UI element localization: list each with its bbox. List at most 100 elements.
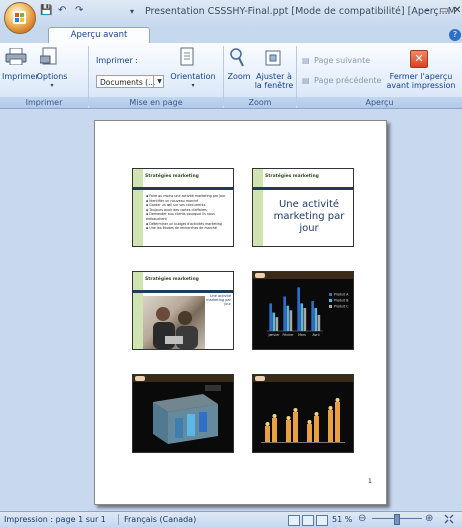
people-photo-icon bbox=[153, 307, 198, 349]
next-page-button[interactable]: Page suivante bbox=[314, 56, 370, 65]
redo-icon[interactable]: ↷ bbox=[75, 5, 83, 16]
slide-header bbox=[253, 375, 353, 382]
printer-icon bbox=[5, 48, 27, 65]
slideshow-view-icon[interactable] bbox=[316, 515, 328, 526]
restore-button[interactable]: ▭ bbox=[439, 5, 448, 16]
slide-accent bbox=[253, 169, 263, 246]
x-tick-label: Mars bbox=[298, 333, 306, 337]
bar bbox=[311, 301, 314, 331]
group-label-imprimer: Imprimer bbox=[0, 97, 88, 108]
status-page-info: Impression : page 1 sur 1 bbox=[4, 515, 106, 524]
slide-thumbnail-3: Stratégies marketing Une activité market… bbox=[132, 271, 234, 350]
slide-header bbox=[133, 375, 233, 382]
undo-icon[interactable]: ↶ bbox=[58, 5, 66, 16]
bullet-item: Demander aux clients pourquoi ils nous e… bbox=[146, 212, 230, 221]
office-button[interactable] bbox=[4, 2, 36, 34]
bullet-item: Une les études de recherches de marché bbox=[146, 226, 230, 231]
fit-window-icon bbox=[265, 50, 281, 66]
print-button[interactable]: Imprimer bbox=[2, 72, 39, 81]
window-title: Presentation CSSSHY-Final.ppt [Mode de c… bbox=[145, 6, 456, 17]
slide-title: Stratégies marketing bbox=[145, 277, 199, 282]
next-page-icon: ▤ bbox=[302, 56, 310, 65]
slide-sorter-view-icon[interactable] bbox=[302, 515, 314, 526]
slide-title: Stratégies marketing bbox=[265, 174, 319, 179]
bar-chart: Janvier Février Mars Avril Produit A Produit … bbox=[267, 287, 349, 337]
orientation-icon bbox=[180, 47, 194, 66]
x-tick-label: Janvier bbox=[268, 333, 281, 337]
previous-page-icon: ▤ bbox=[302, 76, 310, 85]
close-preview-label-line1: Fermer l'aperçu bbox=[389, 72, 453, 81]
slide-title-bar bbox=[133, 290, 233, 293]
options-dropdown-arrow[interactable]: ▾ bbox=[34, 81, 70, 90]
legend-swatch bbox=[329, 299, 332, 302]
group-label-mise-en-page: Mise en page bbox=[89, 97, 223, 108]
page-number: 1 bbox=[368, 478, 372, 485]
tab-apercu-avant-impression[interactable]: Aperçu avant impression bbox=[48, 27, 150, 55]
legend-swatch bbox=[329, 293, 332, 296]
zoom-icon bbox=[230, 48, 244, 67]
fit-window-label-line2: la fenêtre bbox=[254, 81, 294, 90]
slide-logo-icon bbox=[255, 273, 265, 278]
slide-big-text: Une activité marketing par jour bbox=[273, 199, 345, 234]
bar bbox=[300, 303, 304, 331]
office-logo-icon bbox=[13, 11, 26, 24]
save-icon[interactable]: 💾 bbox=[40, 5, 52, 16]
zoom-level[interactable]: 51 % bbox=[332, 512, 352, 527]
bar bbox=[317, 314, 321, 331]
group-label-zoom: Zoom bbox=[224, 97, 296, 108]
chevron-down-icon[interactable]: ▼ bbox=[153, 75, 165, 88]
x-tick-label: Avril bbox=[313, 333, 320, 337]
group-label-apercu: Aperçu bbox=[297, 97, 462, 108]
help-icon[interactable]: ? bbox=[449, 29, 461, 41]
pictograph-chart-icon bbox=[261, 398, 345, 443]
bar bbox=[289, 310, 293, 331]
slide-photo bbox=[143, 296, 205, 349]
slide-thumbnail-4: Janvier Février Mars Avril Produit A Produit … bbox=[252, 271, 354, 350]
bar bbox=[272, 312, 276, 331]
zoom-slider-thumb[interactable] bbox=[394, 514, 400, 525]
legend-label: Produit C bbox=[334, 305, 349, 309]
slide-thumbnail-5 bbox=[132, 374, 234, 453]
previous-page-button[interactable]: Page précédente bbox=[314, 76, 381, 85]
legend-swatch bbox=[329, 305, 332, 308]
3d-chart-icon bbox=[153, 385, 221, 444]
fit-window-button[interactable]: Ajuster à la fenêtre bbox=[254, 72, 294, 90]
bar bbox=[314, 308, 318, 331]
x-tick-label: Février bbox=[283, 333, 295, 337]
legend-label: Produit A bbox=[334, 293, 349, 297]
bar bbox=[303, 308, 307, 331]
zoom-in-button[interactable]: ⊕ bbox=[425, 511, 433, 526]
fit-window-label-line1: Ajuster à bbox=[256, 72, 292, 81]
minimize-button[interactable]: – bbox=[425, 5, 430, 16]
customize-qat-icon[interactable]: ▾ bbox=[130, 7, 134, 16]
slide-logo-icon bbox=[135, 376, 145, 381]
slide-title-bar bbox=[133, 187, 233, 190]
slide-thumbnail-1: Stratégies marketing Faire au moins une … bbox=[132, 168, 234, 247]
print-what-label: Imprimer : bbox=[96, 56, 138, 65]
print-preview-page[interactable]: Stratégies marketing Faire au moins une … bbox=[94, 120, 387, 505]
status-separator bbox=[118, 514, 119, 525]
normal-view-icon[interactable] bbox=[288, 515, 300, 526]
bar bbox=[283, 296, 286, 331]
status-language[interactable]: Français (Canada) bbox=[124, 512, 196, 527]
slide-header bbox=[253, 272, 353, 279]
slide-thumbnail-6 bbox=[252, 374, 354, 453]
fit-slide-icon[interactable] bbox=[444, 514, 454, 524]
close-window-button[interactable]: ✕ bbox=[453, 5, 461, 16]
zoom-button[interactable]: Zoom bbox=[226, 72, 252, 81]
slide-small-text: Une activité marketing par jour bbox=[206, 294, 231, 306]
orientation-button[interactable]: Orientation bbox=[168, 72, 218, 81]
bar bbox=[286, 305, 290, 331]
orientation-dropdown-arrow[interactable]: ▾ bbox=[168, 81, 218, 90]
bar bbox=[275, 317, 279, 331]
slide-thumbnail-2: Stratégies marketing Une activité market… bbox=[252, 168, 354, 247]
close-preview-label-line2: avant impression bbox=[386, 81, 456, 90]
slide-accent bbox=[133, 169, 143, 246]
slide-title: Stratégies marketing bbox=[145, 174, 199, 179]
zoom-out-button[interactable]: ⊖ bbox=[358, 511, 366, 526]
bar bbox=[269, 303, 272, 331]
options-icon bbox=[40, 47, 57, 65]
legend-label: Produit B bbox=[334, 299, 348, 303]
options-button[interactable]: Options bbox=[34, 72, 70, 81]
close-preview-button[interactable]: Fermer l'aperçu avant impression bbox=[384, 72, 458, 90]
